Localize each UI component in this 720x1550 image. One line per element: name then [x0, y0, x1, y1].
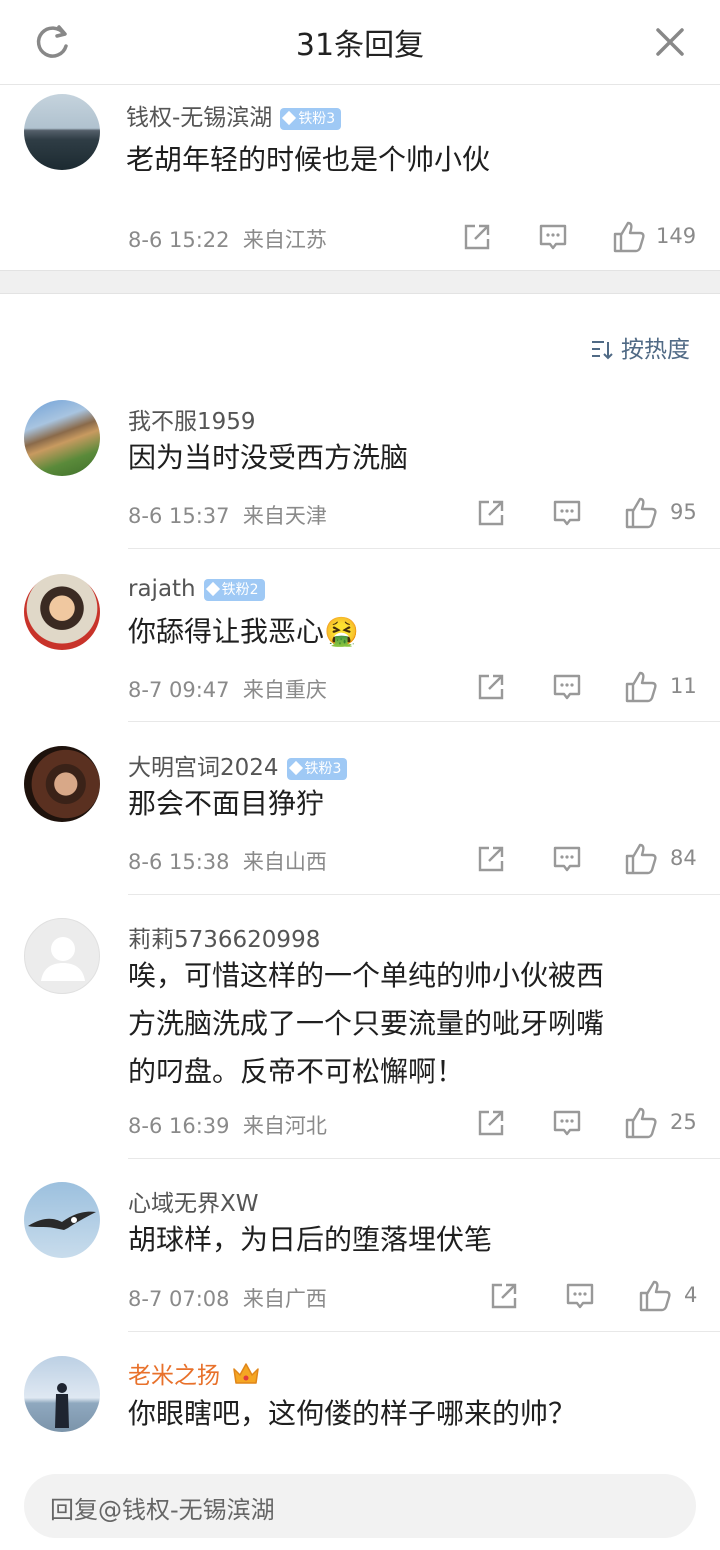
like-count: 11 — [670, 674, 697, 698]
avatar[interactable] — [24, 400, 100, 476]
comment-location: 来自重庆 — [242, 678, 327, 702]
username[interactable]: rajath — [128, 576, 196, 602]
like-count: 4 — [684, 1283, 698, 1307]
diamond-icon — [288, 760, 303, 775]
reply-text: 你眼瞎吧，这佝偻的样子哪来的帅？ — [128, 1397, 577, 1430]
like-icon[interactable] — [612, 220, 646, 254]
main-comment-meta: 8-6 15:22 来自江苏 — [128, 224, 327, 254]
comment-icon[interactable] — [565, 1281, 595, 1311]
comment-icon[interactable] — [552, 844, 582, 874]
reply-meta: 8-7 07:08 来自广西 — [128, 1283, 327, 1313]
share-icon[interactable] — [462, 222, 492, 252]
page-title: 31条回复 — [295, 28, 425, 63]
reply-user[interactable]: 老米之扬 — [128, 1356, 261, 1390]
reply-text-line: 的叼盘。反帝不可松懈啊！ — [128, 1055, 465, 1088]
comment-icon[interactable] — [552, 498, 582, 528]
reply-meta: 8-7 09:47 来自重庆 — [128, 674, 327, 704]
main-comment-text: 老胡年轻的时候也是个帅小伙 — [126, 143, 491, 176]
crown-icon — [233, 1362, 260, 1384]
eagle-icon — [28, 1211, 96, 1230]
reply-input-placeholder: 回复@钱权-无锡滨湖 — [50, 1496, 275, 1524]
reply-user[interactable]: 莉莉5736620998 — [128, 920, 320, 954]
comment-location: 来自天津 — [242, 504, 327, 528]
like-icon[interactable] — [624, 1106, 658, 1140]
avatar[interactable] — [24, 94, 100, 170]
main-comment-user[interactable]: 钱权-无锡滨湖 铁粉3 — [126, 98, 342, 132]
comment-time: 8-6 15:22 — [128, 228, 230, 252]
person-silhouette — [55, 1383, 69, 1428]
fan-badge-label: 铁粉3 — [304, 760, 342, 777]
reply-meta: 8-6 15:37 来自天津 — [128, 500, 327, 530]
sort-icon — [591, 340, 613, 359]
fan-badge-label: 铁粉3 — [298, 110, 336, 127]
avatar[interactable] — [24, 918, 100, 994]
comment-icon[interactable] — [552, 1108, 582, 1138]
sort-label: 按热度 — [621, 337, 690, 363]
row-divider — [128, 1158, 720, 1159]
username[interactable]: 钱权-无锡滨湖 — [126, 105, 272, 131]
like-icon[interactable] — [624, 496, 658, 530]
sort-toggle[interactable]: 按热度 — [590, 330, 690, 364]
row-divider — [128, 721, 720, 722]
default-avatar-icon — [41, 937, 85, 981]
row-divider — [128, 894, 720, 895]
fan-badge: 铁粉2 — [203, 578, 265, 601]
row-divider — [128, 1331, 720, 1332]
like-count: 25 — [670, 1110, 697, 1134]
avatar[interactable] — [24, 574, 100, 650]
like-count: 95 — [670, 500, 697, 524]
username[interactable]: 老米之扬 — [128, 1363, 220, 1389]
fan-badge: 铁粉3 — [286, 757, 348, 780]
reply-user[interactable]: 大明宫词2024 铁粉3 — [128, 748, 348, 782]
comment-location: 来自山西 — [242, 850, 327, 874]
reply-meta: 8-6 16:39 来自河北 — [128, 1110, 327, 1140]
row-divider — [128, 548, 720, 549]
share-icon[interactable] — [476, 498, 506, 528]
reply-input[interactable]: 回复@钱权-无锡滨湖 — [24, 1474, 696, 1538]
reply-text: 胡球样，为日后的堕落埋伏笔 — [128, 1223, 493, 1256]
close-icon[interactable] — [652, 24, 688, 60]
like-count: 84 — [670, 846, 697, 870]
reply-text: 那会不面目狰狞 — [128, 787, 325, 820]
share-icon[interactable] — [489, 1281, 519, 1311]
avatar[interactable] — [24, 1356, 100, 1432]
comment-time: 8-6 15:37 — [128, 504, 230, 528]
diamond-icon — [282, 110, 297, 125]
reply-user[interactable]: rajath 铁粉2 — [128, 576, 265, 602]
comment-time: 8-7 07:08 — [128, 1287, 230, 1311]
comment-time: 8-6 16:39 — [128, 1114, 230, 1138]
reply-text: 你舔得让我恶心🤮 — [128, 615, 359, 648]
reply-text: 因为当时没受西方洗脑 — [128, 441, 409, 474]
share-icon[interactable] — [476, 672, 506, 702]
like-icon[interactable] — [624, 842, 658, 876]
reply-user[interactable]: 我不服1959 — [128, 402, 256, 436]
avatar[interactable] — [24, 746, 100, 822]
comment-icon[interactable] — [538, 222, 568, 252]
top-bar: 31条回复 — [0, 0, 720, 85]
comment-icon[interactable] — [552, 672, 582, 702]
comment-time: 8-6 15:38 — [128, 850, 230, 874]
share-icon[interactable] — [476, 1108, 506, 1138]
comment-location: 来自河北 — [242, 1114, 327, 1138]
comment-time: 8-7 09:47 — [128, 678, 230, 702]
section-divider — [0, 270, 720, 294]
like-count: 149 — [656, 224, 697, 248]
comment-location: 来自江苏 — [242, 228, 327, 252]
avatar[interactable] — [24, 1182, 100, 1258]
comment-location: 来自广西 — [242, 1287, 327, 1311]
fan-badge: 铁粉3 — [280, 107, 342, 130]
username[interactable]: 大明宫词2024 — [128, 755, 279, 781]
share-icon[interactable] — [476, 844, 506, 874]
like-icon[interactable] — [624, 670, 658, 704]
reply-text: 唉，可惜这样的一个单纯的帅小伙被西 方洗脑洗成了一个只要流量的呲牙咧嘴 的叼盘。… — [128, 952, 604, 1096]
reply-text-line: 方洗脑洗成了一个只要流量的呲牙咧嘴 — [128, 1007, 605, 1040]
reply-user[interactable]: 心域无界XW — [128, 1184, 259, 1218]
like-icon[interactable] — [638, 1279, 672, 1313]
fan-badge-label: 铁粉2 — [221, 581, 259, 598]
reply-text-line: 唉，可惜这样的一个单纯的帅小伙被西 — [128, 959, 605, 992]
diamond-icon — [205, 581, 220, 596]
reply-meta: 8-6 15:38 来自山西 — [128, 846, 327, 876]
